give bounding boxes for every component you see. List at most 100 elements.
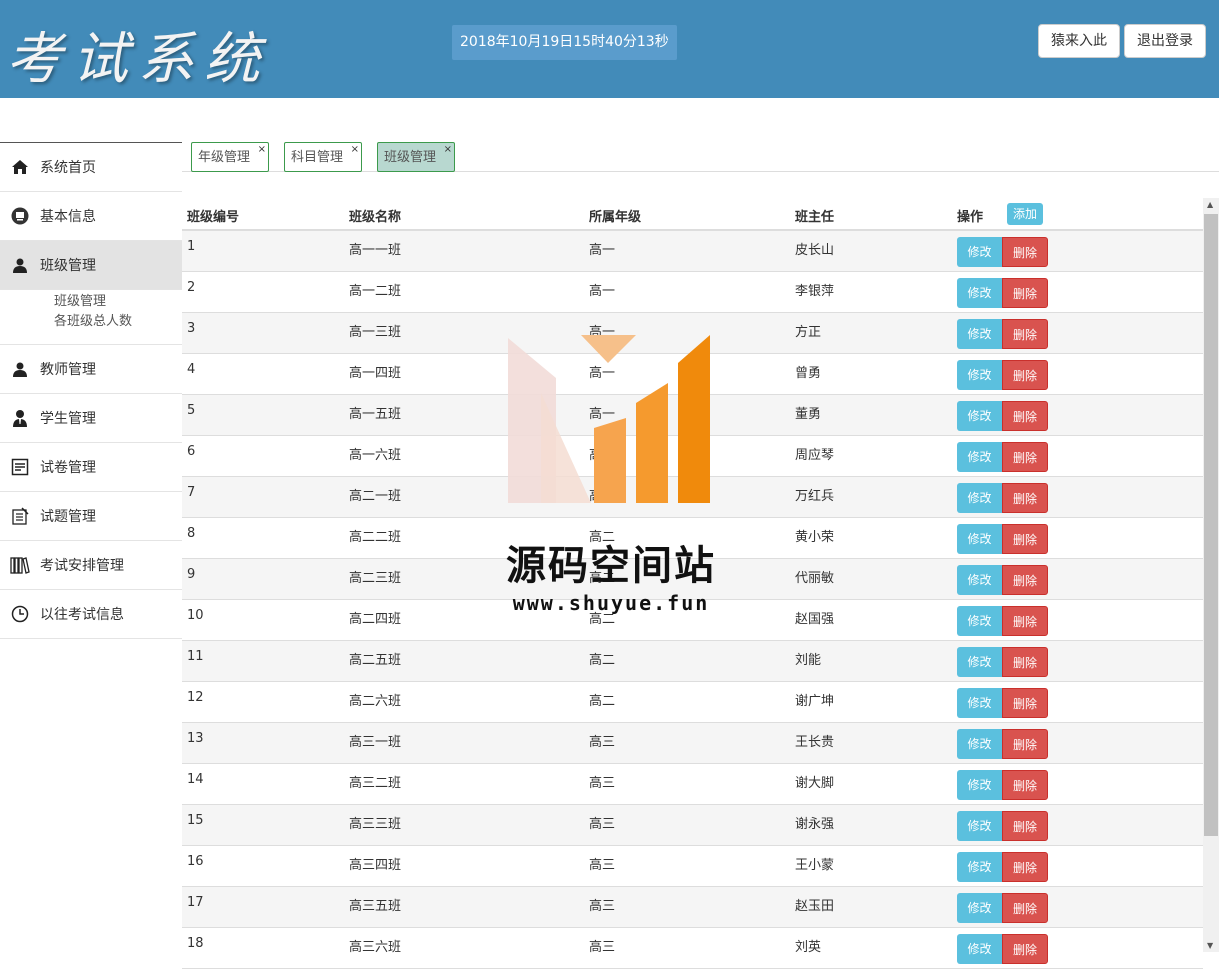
delete-button[interactable]: 删除 [1002,606,1048,636]
cell-head-teacher: 万红兵 [795,489,835,504]
edit-button[interactable]: 修改 [957,729,1002,759]
cell-class-id: 16 [187,854,204,869]
delete-button[interactable]: 删除 [1002,319,1048,349]
delete-button[interactable]: 删除 [1002,729,1048,759]
delete-button[interactable]: 删除 [1002,565,1048,595]
table-row: 2 高一二班 高一 李银萍 修改 删除 [182,272,1203,313]
sidebar: 系统首页 基本信息 班级管理 班级管理 各班级总人数 教师管理 学生管理 试卷管… [0,142,182,639]
edit-button[interactable]: 修改 [957,811,1002,841]
tab-subject-management[interactable]: 科目管理 × [284,142,363,172]
cell-class-name: 高三四班 [349,858,402,873]
table-header: 班级编号 班级名称 所属年级 班主任 操作 添加 [182,198,1203,231]
edit-button[interactable]: 修改 [957,606,1002,636]
delete-button[interactable]: 删除 [1002,278,1048,308]
sidebar-item-label: 考试安排管理 [40,558,124,574]
logout-button[interactable]: 退出登录 [1124,24,1206,58]
edit-button[interactable]: 修改 [957,893,1002,923]
delete-button[interactable]: 删除 [1002,893,1048,923]
cell-class-name: 高三三班 [349,817,402,832]
scroll-up-icon[interactable]: ▲ [1207,200,1213,209]
tab-class-management[interactable]: 班级管理 × [377,142,456,172]
table-row: 10 高二四班 高二 赵国强 修改 删除 [182,600,1203,641]
paper-icon [10,457,30,477]
edit-button[interactable]: 修改 [957,360,1002,390]
submenu-item-class-management[interactable]: 班级管理 [54,292,182,312]
cell-head-teacher: 代丽敏 [795,571,835,586]
delete-button[interactable]: 删除 [1002,360,1048,390]
cell-class-name: 高二六班 [349,694,402,709]
sidebar-item-label: 教师管理 [40,362,96,378]
cell-class-id: 18 [187,936,204,951]
edit-button[interactable]: 修改 [957,319,1002,349]
scroll-thumb[interactable] [1204,214,1218,836]
cell-grade: 高一 [589,448,616,463]
cell-class-id: 8 [187,526,196,541]
sidebar-item-exam-schedule[interactable]: 考试安排管理 [0,541,182,590]
cell-class-id: 14 [187,772,204,787]
close-icon[interactable]: × [351,135,359,165]
delete-button[interactable]: 删除 [1002,934,1048,964]
delete-button[interactable]: 删除 [1002,811,1048,841]
edit-button[interactable]: 修改 [957,852,1002,882]
edit-button[interactable]: 修改 [957,401,1002,431]
table-row: 16 高三四班 高三 王小蒙 修改 删除 [182,846,1203,887]
cell-class-id: 10 [187,608,204,623]
cell-class-name: 高一五班 [349,407,402,422]
cell-class-name: 高一三班 [349,325,402,340]
edit-button[interactable]: 修改 [957,565,1002,595]
delete-button[interactable]: 删除 [1002,442,1048,472]
sidebar-item-label: 基本信息 [40,209,96,225]
cell-head-teacher: 王小蒙 [795,858,835,873]
sidebar-item-question-management[interactable]: 试题管理 [0,492,182,541]
user-icon [10,255,30,275]
add-button[interactable]: 添加 [1007,203,1044,225]
delete-button[interactable]: 删除 [1002,852,1048,882]
edit-button[interactable]: 修改 [957,934,1002,964]
cell-grade: 高三 [589,940,616,955]
edit-button[interactable]: 修改 [957,688,1002,718]
sidebar-item-paper-management[interactable]: 试卷管理 [0,443,182,492]
cell-grade: 高二 [589,694,616,709]
delete-button[interactable]: 删除 [1002,483,1048,513]
scrollbar[interactable]: ▲ ▼ [1203,198,1219,952]
table-body: 1 高一一班 高一 皮长山 修改 删除 2 高一二班 高一 李银萍 修改 删除 3 高一三班 高一 方正 修改删… [182,231,1203,969]
cell-head-teacher: 赵国强 [795,612,835,627]
tab-label: 科目管理 [291,150,344,165]
delete-button[interactable]: 删除 [1002,770,1048,800]
delete-button[interactable]: 删除 [1002,401,1048,431]
cell-class-name: 高一一班 [349,243,402,258]
cell-grade: 高一 [589,284,616,299]
edit-button[interactable]: 修改 [957,524,1002,554]
delete-button[interactable]: 删除 [1002,688,1048,718]
sidebar-item-teacher-management[interactable]: 教师管理 [0,345,182,394]
tab-grade-management[interactable]: 年级管理 × [191,142,270,172]
cell-class-id: 9 [187,567,196,582]
cell-grade: 高三 [589,776,616,791]
edit-button[interactable]: 修改 [957,278,1002,308]
sidebar-item-class-management[interactable]: 班级管理 [0,241,182,290]
sidebar-item-home[interactable]: 系统首页 [0,143,182,192]
cell-grade: 高三 [589,817,616,832]
delete-button[interactable]: 删除 [1002,237,1048,267]
scroll-down-icon[interactable]: ▼ [1207,941,1213,950]
edit-button[interactable]: 修改 [957,442,1002,472]
cell-class-name: 高二三班 [349,571,402,586]
current-time: 2018年10月19日15时40分13秒 [452,25,677,60]
edit-button[interactable]: 修改 [957,770,1002,800]
enter-button[interactable]: 猿来入此 [1038,24,1120,58]
delete-button[interactable]: 删除 [1002,647,1048,677]
edit-button[interactable]: 修改 [957,483,1002,513]
cell-class-name: 高二二班 [349,530,402,545]
edit-button[interactable]: 修改 [957,237,1002,267]
sidebar-item-past-exams[interactable]: 以往考试信息 [0,590,182,639]
sidebar-item-basic-info[interactable]: 基本信息 [0,192,182,241]
sidebar-item-student-management[interactable]: 学生管理 [0,394,182,443]
cell-class-id: 4 [187,362,196,377]
close-icon[interactable]: × [258,135,266,165]
close-icon[interactable]: × [444,135,452,165]
sidebar-item-label: 试卷管理 [40,460,96,476]
submenu-item-class-totals[interactable]: 各班级总人数 [54,312,182,332]
edit-button[interactable]: 修改 [957,647,1002,677]
delete-button[interactable]: 删除 [1002,524,1048,554]
books-icon [10,555,30,575]
